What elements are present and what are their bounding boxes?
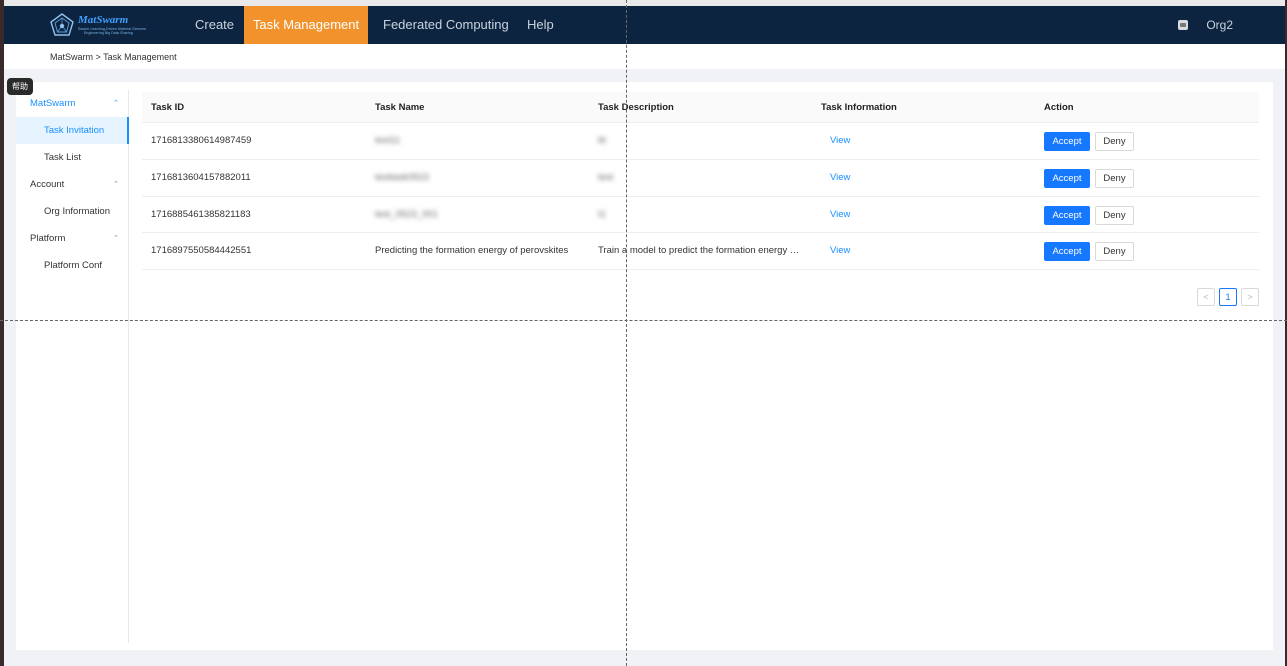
pagination: < 1 > — [1197, 288, 1259, 306]
chevron-up-icon: ⌃ — [113, 235, 119, 242]
sidebar-group-label: Account — [30, 179, 65, 190]
nav-create[interactable]: Create — [180, 6, 249, 44]
task-name: testtask0523 — [375, 171, 429, 183]
nav-federated-computing[interactable]: Federated Computing — [368, 6, 524, 44]
sidebar-group-matswarm[interactable]: MatSwarm ⌃ — [16, 90, 128, 117]
header-task-description: Task Description — [598, 102, 674, 113]
task-name: test11 — [375, 135, 401, 146]
deny-button[interactable]: Deny — [1095, 132, 1134, 151]
table-row: 1716897550584442551 Predicting the forma… — [142, 233, 1259, 271]
accept-button[interactable]: Accept — [1044, 168, 1090, 188]
breadcrumb-bar: MatSwarm > Task Management — [4, 44, 1285, 69]
view-link[interactable]: View — [830, 160, 850, 196]
task-id: 1716813380614987459 — [151, 135, 252, 146]
nav-task-management[interactable]: Task Management — [244, 6, 368, 44]
pentagon-logo-icon — [50, 13, 74, 36]
sidebar-group-account[interactable]: Account ⌃ — [16, 171, 128, 198]
prev-page-button[interactable]: < — [1197, 288, 1215, 306]
org-menu[interactable]: Org2 — [1178, 6, 1233, 44]
main-content: MatSwarm ⌃ Task Invitation Task List Acc… — [16, 82, 1273, 650]
sidebar-group-label: MatSwarm — [30, 98, 76, 109]
logo-title: MatSwarm — [78, 13, 129, 26]
header-task-information: Task Information — [821, 102, 897, 113]
deny-button[interactable]: Deny — [1095, 242, 1134, 262]
task-id: 1716813604157882011 — [151, 171, 251, 183]
accept-button[interactable]: Accept — [1044, 242, 1090, 262]
task-description: ttt — [598, 135, 606, 146]
task-description: Train a model to predict the formation e… — [598, 245, 800, 257]
deny-button[interactable]: Deny — [1095, 205, 1134, 225]
nav-help[interactable]: Help — [512, 6, 569, 44]
task-id: 1716897550584442551 — [151, 245, 252, 257]
table-row: 1716813604157882011 testtask0523 test Vi… — [142, 160, 1259, 197]
app-window: MatSwarm Swarm Learning-Driven Material … — [4, 0, 1285, 666]
header-task-id: Task ID — [151, 102, 185, 113]
view-link[interactable]: View — [830, 197, 850, 233]
sidebar-group-platform[interactable]: Platform ⌃ — [16, 225, 128, 252]
task-description: t1 — [598, 208, 606, 220]
view-link[interactable]: View — [830, 233, 850, 269]
sidebar-item-org-information[interactable]: Org Information — [16, 198, 128, 225]
horizontal-guide-line — [0, 320, 1287, 321]
sidebar-item-task-list[interactable]: Task List — [16, 144, 128, 171]
table-row: 1716885461385821183 test_0523_001 t1 Vie… — [142, 197, 1259, 234]
accept-button[interactable]: Accept — [1044, 205, 1090, 225]
sidebar-item-platform-conf[interactable]: Platform Conf — [16, 252, 128, 279]
matswarm-logo[interactable]: MatSwarm Swarm Learning-Driven Material … — [50, 10, 146, 40]
chevron-up-icon: ⌃ — [113, 181, 119, 188]
org-label: Org2 — [1206, 18, 1233, 32]
logo-subtitle-2: Engineering Big Data Sharing — [84, 31, 133, 35]
deny-button[interactable]: Deny — [1095, 168, 1134, 188]
vertical-guide-line — [626, 0, 627, 666]
task-description: test — [598, 171, 614, 183]
top-navbar: MatSwarm Swarm Learning-Driven Material … — [4, 6, 1285, 44]
task-name: test_0523_001 — [375, 208, 438, 220]
table-header: Task ID Task Name Task Description Task … — [142, 92, 1259, 123]
org-avatar-icon — [1178, 20, 1189, 30]
sidebar-group-label: Platform — [30, 233, 66, 244]
accept-button[interactable]: Accept — [1044, 132, 1090, 151]
task-invitation-table: Task ID Task Name Task Description Task … — [142, 92, 1259, 306]
help-tooltip[interactable]: 帮助 — [7, 78, 33, 95]
header-action: Action — [1044, 102, 1074, 113]
sidebar-item-task-invitation[interactable]: Task Invitation — [16, 117, 129, 144]
chevron-up-icon: ⌃ — [113, 100, 119, 107]
page-1-button[interactable]: 1 — [1219, 288, 1237, 306]
header-task-name: Task Name — [375, 102, 425, 113]
breadcrumb: MatSwarm > Task Management — [50, 52, 177, 62]
sidebar: MatSwarm ⌃ Task Invitation Task List Acc… — [16, 90, 129, 643]
next-page-button[interactable]: > — [1241, 288, 1259, 306]
task-id: 1716885461385821183 — [151, 208, 251, 220]
view-link[interactable]: View — [830, 123, 850, 159]
table-row: 1716813380614987459 test11 ttt View Acce… — [142, 123, 1259, 160]
task-name: Predicting the formation energy of perov… — [375, 245, 569, 257]
